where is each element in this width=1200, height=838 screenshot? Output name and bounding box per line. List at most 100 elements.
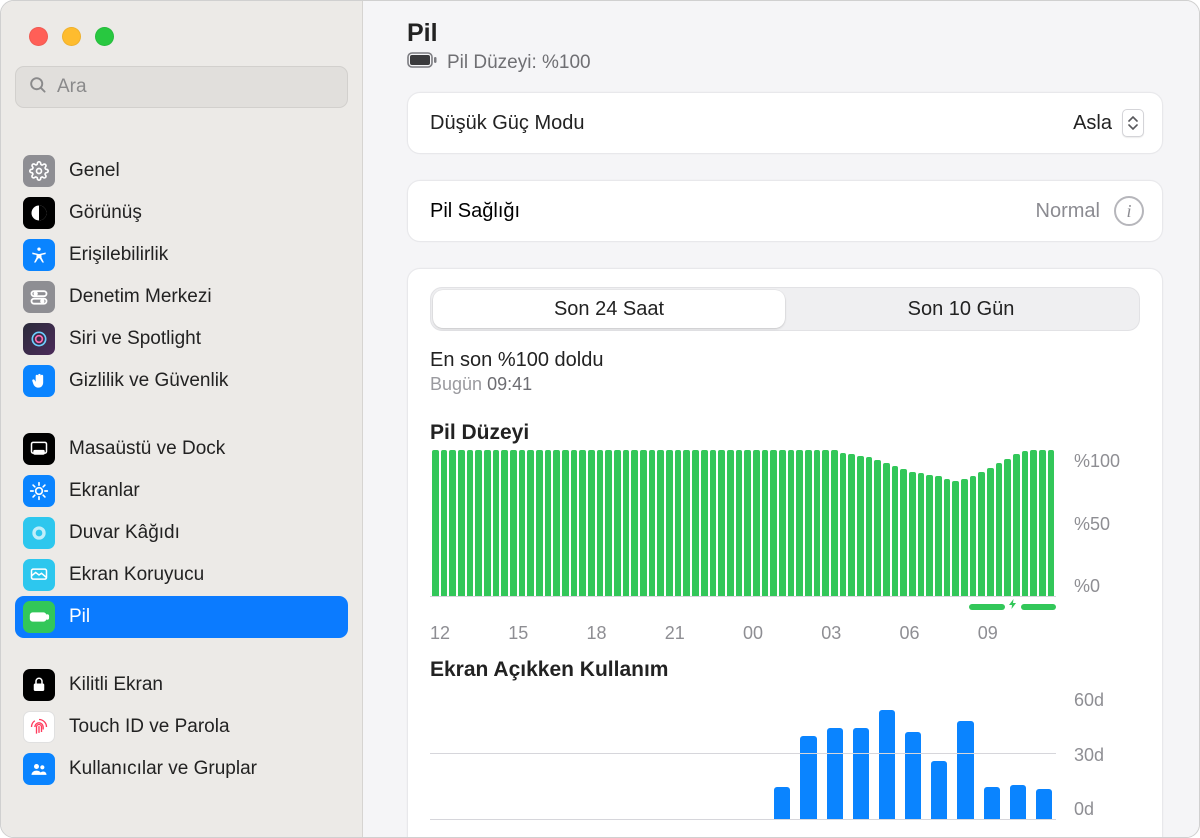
- level-bar: [493, 450, 500, 596]
- search-input[interactable]: [57, 76, 335, 98]
- sidebar-item-label: Ekran Koruyucu: [69, 564, 204, 586]
- level-bar: [553, 450, 560, 596]
- low-power-mode-select[interactable]: Asla: [1073, 109, 1144, 137]
- level-bar: [458, 450, 465, 596]
- level-bar: [857, 456, 864, 596]
- battery-health-row: Pil Sağlığı Normal i: [407, 180, 1163, 242]
- sidebar-item-label: Genel: [69, 160, 120, 182]
- sidebar-item-touch-id[interactable]: Touch ID ve Parola: [15, 706, 348, 748]
- level-bar: [527, 450, 534, 596]
- level-bar: [597, 450, 604, 596]
- level-bar: [441, 450, 448, 596]
- sidebar-item-privacy-security[interactable]: Gizlilik ve Güvenlik: [15, 360, 348, 402]
- sidebar-item-wallpaper[interactable]: Duvar Kâğıdı: [15, 512, 348, 554]
- usage-section-title: Ekran Açıkken Kullanım: [430, 658, 1140, 682]
- usage-card: Son 24 Saat Son 10 Gün En son %100 doldu…: [407, 268, 1163, 837]
- page-header: Pil Pil Düzeyi: %100: [407, 19, 1163, 74]
- sidebar-item-users-groups[interactable]: Kullanıcılar ve Gruplar: [15, 748, 348, 790]
- appearance-icon: [23, 197, 55, 229]
- battery-icon: [23, 601, 55, 633]
- segment-10d[interactable]: Son 10 Gün: [785, 290, 1137, 328]
- level-bar: [588, 450, 595, 596]
- level-bar: [909, 472, 916, 596]
- battery-health-value: Normal: [1036, 200, 1100, 223]
- sidebar-item-label: Masaüstü ve Dock: [69, 438, 225, 460]
- battery-level-label: Pil Düzeyi: %100: [447, 52, 591, 74]
- level-bar: [675, 450, 682, 596]
- level-bar: [640, 450, 647, 596]
- level-bar: [866, 457, 873, 596]
- level-bar: [727, 450, 734, 596]
- sidebar-item-label: Ekranlar: [69, 480, 140, 502]
- sidebar-item-battery[interactable]: Pil: [15, 596, 348, 638]
- control-center-icon: [23, 281, 55, 313]
- sidebar-item-appearance[interactable]: Görünüş: [15, 192, 348, 234]
- level-bar: [753, 450, 760, 596]
- level-bar: [935, 476, 942, 596]
- sidebar-item-lock-screen[interactable]: Kilitli Ekran: [15, 664, 348, 706]
- sidebar-item-siri-spotlight[interactable]: Siri ve Spotlight: [15, 318, 348, 360]
- level-bar: [467, 450, 474, 596]
- level-bar: [683, 450, 690, 596]
- segment-24h[interactable]: Son 24 Saat: [433, 290, 785, 328]
- level-bar: [996, 463, 1003, 596]
- level-bar: [484, 450, 491, 596]
- sidebar-item-accessibility[interactable]: Erişilebilirlik: [15, 234, 348, 276]
- level-bar: [840, 453, 847, 596]
- sidebar-item-label: Siri ve Spotlight: [69, 328, 201, 350]
- users-icon: [23, 753, 55, 785]
- low-power-mode-value: Asla: [1073, 112, 1112, 135]
- last-full-charge-label: En son %100 doldu: [430, 349, 1140, 372]
- level-bar: [952, 481, 959, 596]
- level-bar: [1022, 451, 1029, 596]
- search-icon: [28, 75, 47, 99]
- level-bar: [605, 450, 612, 596]
- level-bar: [623, 450, 630, 596]
- level-bar: [701, 450, 708, 596]
- zoom-window-button[interactable]: [95, 27, 114, 46]
- search-field[interactable]: [15, 66, 348, 108]
- level-bar: [805, 450, 812, 596]
- low-power-mode-row: Düşük Güç Modu Asla: [407, 92, 1163, 154]
- stepper-icon: [1122, 109, 1144, 137]
- sidebar: Genel Görünüş Erişilebilirlik Denetim Me…: [1, 1, 363, 837]
- battery-health-info-button[interactable]: i: [1114, 196, 1144, 226]
- level-bar: [788, 450, 795, 596]
- page-title: Pil: [407, 19, 1163, 48]
- level-bar: [926, 475, 933, 596]
- sidebar-item-control-center[interactable]: Denetim Merkezi: [15, 276, 348, 318]
- sidebar-item-label: Pil: [69, 606, 90, 628]
- sidebar-item-screensaver[interactable]: Ekran Koruyucu: [15, 554, 348, 596]
- level-bar: [1004, 459, 1011, 596]
- level-bar: [796, 450, 803, 596]
- level-bar: [449, 450, 456, 596]
- sidebar-item-general[interactable]: Genel: [15, 150, 348, 192]
- screensaver-icon: [23, 559, 55, 591]
- level-bar: [718, 450, 725, 596]
- low-power-mode-label: Düşük Güç Modu: [430, 112, 585, 135]
- sidebar-item-desktop-dock[interactable]: Masaüstü ve Dock: [15, 428, 348, 470]
- window-controls: [1, 1, 362, 64]
- level-bar: [961, 479, 968, 596]
- dock-icon: [23, 433, 55, 465]
- level-bar: [501, 450, 508, 596]
- level-bar: [519, 450, 526, 596]
- battery-level-chart: [430, 451, 1056, 597]
- accessibility-icon: [23, 239, 55, 271]
- minimize-window-button[interactable]: [62, 27, 81, 46]
- level-bar: [571, 450, 578, 596]
- level-bar: [978, 472, 985, 596]
- level-bar: [814, 450, 821, 596]
- main-content: Pil Pil Düzeyi: %100 Düşük Güç Modu Asla: [363, 1, 1199, 837]
- level-bar: [770, 450, 777, 596]
- level-bar: [736, 450, 743, 596]
- level-bar: [883, 463, 890, 596]
- level-bar: [987, 468, 994, 596]
- close-window-button[interactable]: [29, 27, 48, 46]
- level-bar: [1030, 450, 1037, 596]
- level-bar: [1013, 454, 1020, 596]
- screen-on-usage-chart: [430, 688, 1056, 820]
- siri-icon: [23, 323, 55, 355]
- sidebar-item-displays[interactable]: Ekranlar: [15, 470, 348, 512]
- usage-y-axis: 60d30d0d: [1074, 688, 1140, 820]
